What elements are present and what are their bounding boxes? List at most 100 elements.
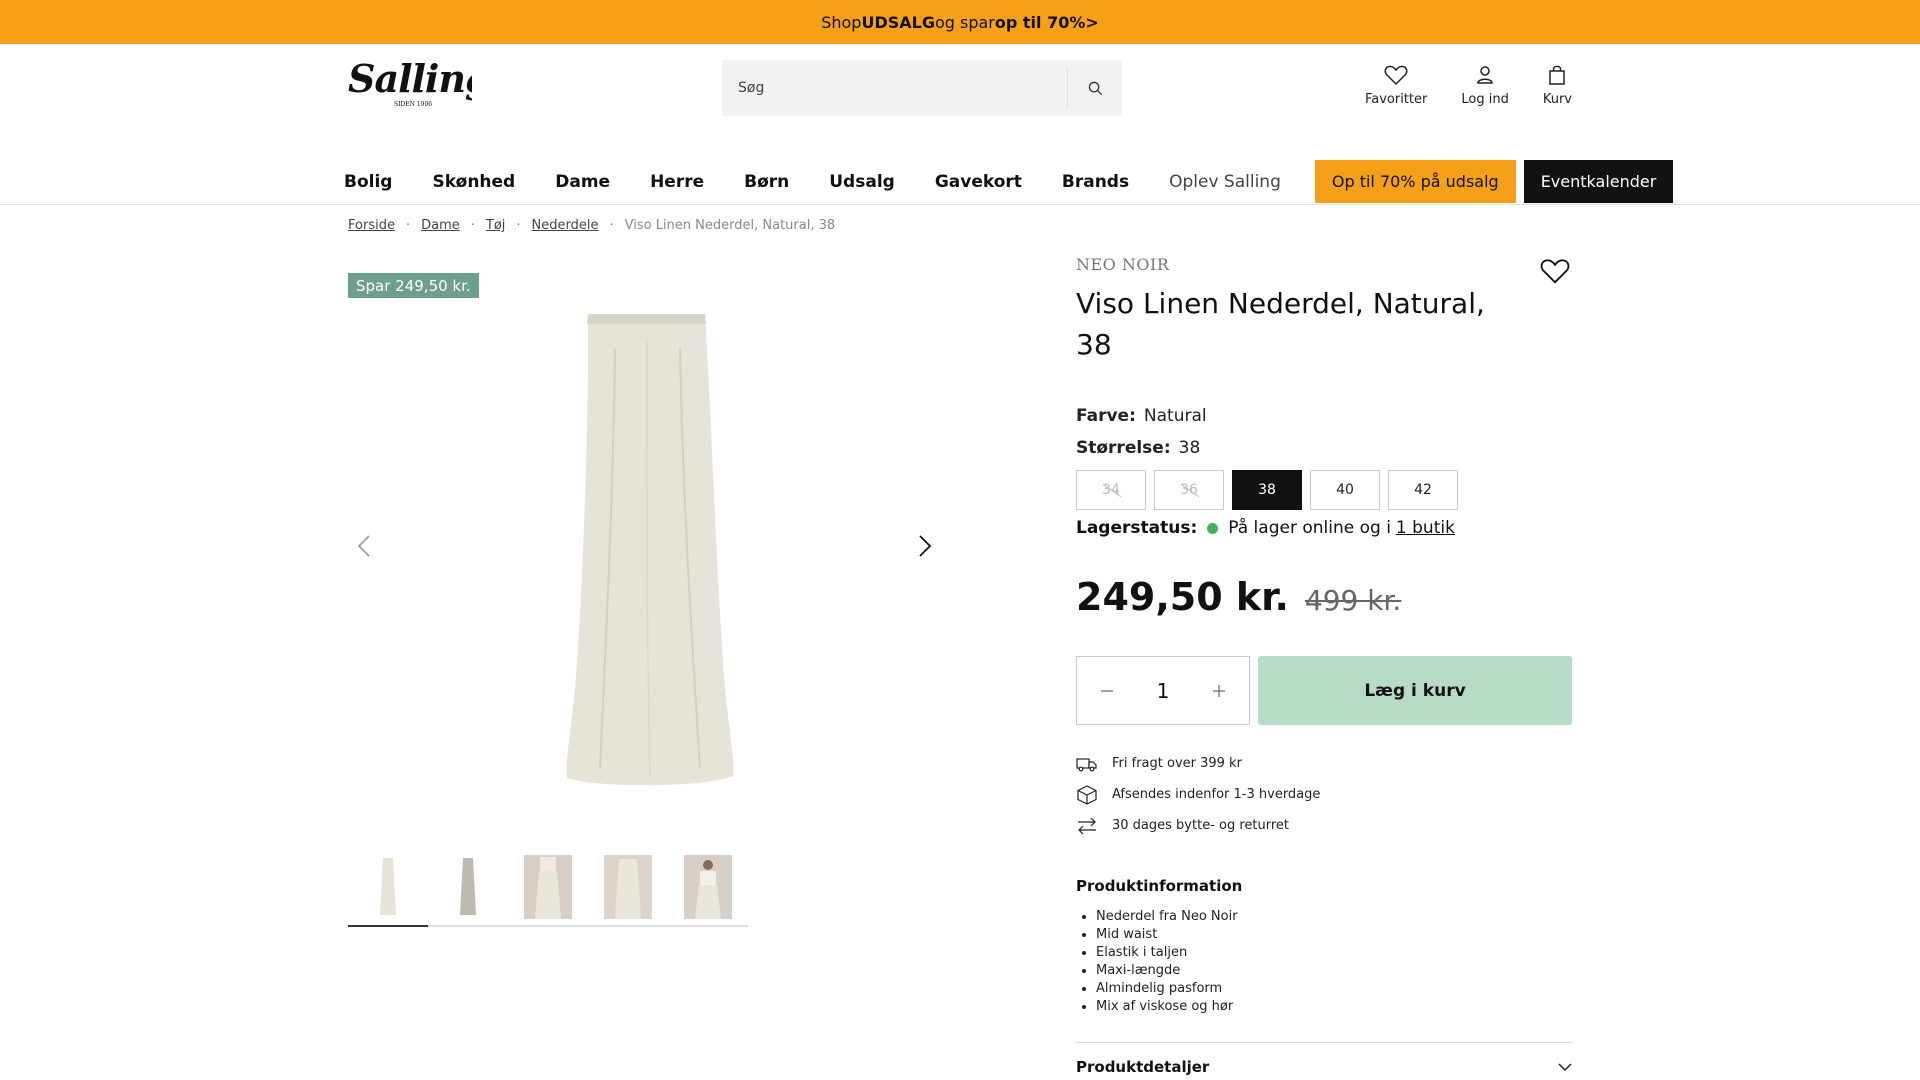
product-image-skirt[interactable]: [555, 308, 745, 788]
accordion-label: Produktdetaljer: [1076, 1058, 1210, 1076]
thumbnail[interactable]: [588, 855, 668, 925]
store-availability-link[interactable]: 1 butik: [1396, 518, 1455, 538]
size-selector: 34 36 38 40 42: [1076, 470, 1458, 510]
promo-text-pre: Shop: [821, 12, 862, 32]
size-label: Størrelse:: [1076, 438, 1171, 458]
favorites-button[interactable]: Favoritter: [1365, 64, 1427, 107]
list-item: Maxi-længde: [1096, 962, 1238, 980]
breadcrumb-separator: ·: [405, 218, 411, 233]
product-info-heading: Produktinformation: [1076, 877, 1243, 895]
search-icon: [1088, 81, 1102, 95]
increase-quantity-button[interactable]: [1207, 679, 1231, 703]
chevron-left-icon: [357, 535, 370, 557]
thumbnail[interactable]: [428, 855, 508, 925]
search-input[interactable]: [722, 60, 1067, 116]
color-value: Natural: [1143, 406, 1207, 426]
svg-text:SIDEN 1906: SIDEN 1906: [394, 101, 432, 108]
package-icon: [1077, 784, 1097, 805]
promo-text-mid: og spar: [934, 12, 995, 32]
quantity-stepper: 1: [1076, 656, 1250, 725]
truck-icon: [1076, 757, 1097, 771]
thumbnail-image: [684, 855, 732, 919]
size-option-42[interactable]: 42: [1388, 470, 1458, 510]
search-button[interactable]: [1068, 60, 1122, 116]
add-to-cart-button[interactable]: Læg i kurv: [1258, 656, 1572, 725]
stock-label: Lagerstatus:: [1076, 518, 1198, 538]
perk-dispatch: Afsendes indenfor 1-3 hverdage: [1076, 779, 1320, 810]
thumbnail[interactable]: [508, 855, 588, 925]
color-label: Farve:: [1076, 406, 1136, 426]
thumbnail-image: [444, 855, 492, 919]
minus-icon: [1101, 689, 1113, 692]
quantity-value[interactable]: 1: [1157, 679, 1170, 703]
list-item: Elastik i taljen: [1096, 944, 1238, 962]
product-brand[interactable]: NEO NOIR: [1076, 255, 1169, 274]
exchange-arrows-icon: [1078, 817, 1096, 834]
product-title: Viso Linen Nederdel, Natural, 38: [1076, 287, 1485, 361]
product-details-accordion[interactable]: Produktdetaljer: [1076, 1058, 1572, 1076]
decrease-quantity-button[interactable]: [1095, 679, 1119, 703]
main-navigation: Bolig Skønhed Dame Herre Børn Udsalg Gav…: [344, 160, 1674, 203]
add-to-favorites-button[interactable]: [1540, 257, 1570, 289]
thumbnail-strip: [348, 855, 748, 927]
search-bar: [722, 60, 1122, 116]
breadcrumb-separator: ·: [470, 218, 475, 233]
favorites-label: Favoritter: [1364, 92, 1428, 107]
breadcrumb-separator: ·: [516, 218, 521, 233]
size-option-34[interactable]: 34: [1076, 470, 1146, 510]
plus-icon: [1212, 684, 1225, 697]
perk-text: Fri fragt over 399 kr: [1112, 756, 1242, 771]
thumbnail[interactable]: [668, 855, 748, 925]
nav-events-pill[interactable]: Eventkalender: [1523, 160, 1674, 203]
heart-icon: [1540, 259, 1570, 284]
breadcrumb-link-dame[interactable]: Dame: [421, 218, 460, 233]
nav-item-herre[interactable]: Herre: [650, 172, 704, 192]
nav-item-brands[interactable]: Brands: [1062, 172, 1129, 192]
nav-sale-pill[interactable]: Op til 70% på udsalg: [1314, 160, 1516, 203]
nav-divider: [0, 204, 1920, 205]
breadcrumb-current: Viso Linen Nederdel, Natural, 38: [624, 218, 836, 233]
chevron-down-icon: [1558, 1062, 1572, 1071]
header-actions: Favoritter Log ind Kurv: [1365, 64, 1572, 107]
breadcrumb-link-forside[interactable]: Forside: [348, 218, 395, 233]
promo-arrow: >: [1085, 12, 1099, 32]
list-item: Mix af viskose og hør: [1096, 998, 1238, 1016]
cart-button[interactable]: Kurv: [1543, 64, 1572, 107]
breadcrumb-link-nederdele[interactable]: Nederdele: [532, 218, 599, 233]
login-label: Log ind: [1461, 92, 1509, 107]
thumbnail-image: [524, 855, 572, 919]
login-button[interactable]: Log ind: [1461, 64, 1509, 107]
list-item: Nederdel fra Neo Noir: [1096, 908, 1238, 926]
nav-item-skonhed[interactable]: Skønhed: [432, 172, 515, 192]
gallery-prev-button[interactable]: [350, 530, 378, 562]
original-price: 499 kr.: [1304, 584, 1402, 617]
thumbnail-image: [364, 855, 412, 919]
nav-item-bolig[interactable]: Bolig: [344, 172, 392, 192]
gallery-next-button[interactable]: [911, 530, 939, 562]
cart-label: Kurv: [1542, 92, 1572, 107]
salling-logo[interactable]: Salling SIDEN 1906: [346, 56, 472, 114]
breadcrumb-link-toj[interactable]: Tøj: [486, 218, 506, 233]
nav-item-dame[interactable]: Dame: [555, 172, 610, 192]
perk-text: 30 dages bytte- og returret: [1112, 818, 1290, 833]
promo-text-discount: op til 70%: [994, 12, 1086, 32]
size-value: 38: [1178, 438, 1201, 458]
size-option-38[interactable]: 38: [1232, 470, 1302, 510]
breadcrumb-separator: ·: [609, 218, 614, 233]
perk-free-shipping: Fri fragt over 399 kr: [1076, 748, 1320, 779]
promo-banner[interactable]: Shop UDSALG og spar op til 70% >: [0, 0, 1920, 44]
size-option-36[interactable]: 36: [1154, 470, 1224, 510]
size-option-40[interactable]: 40: [1310, 470, 1380, 510]
thumbnail[interactable]: [348, 855, 428, 927]
stock-status: Lagerstatus: På lager online og i 1 buti…: [1076, 518, 1455, 538]
nav-item-udsalg[interactable]: Udsalg: [829, 172, 895, 192]
nav-item-born[interactable]: Børn: [744, 172, 789, 192]
stock-text: På lager online og i: [1228, 518, 1391, 538]
nav-item-gavekort[interactable]: Gavekort: [935, 172, 1022, 192]
chevron-right-icon: [919, 535, 932, 557]
discount-badge: Spar 249,50 kr.: [348, 273, 479, 298]
heart-icon: [1384, 65, 1408, 86]
perk-returns: 30 dages bytte- og returret: [1076, 810, 1320, 841]
nav-item-oplev-salling[interactable]: Oplev Salling: [1169, 172, 1281, 192]
perks-list: Fri fragt over 399 kr Afsendes indenfor …: [1076, 748, 1320, 841]
